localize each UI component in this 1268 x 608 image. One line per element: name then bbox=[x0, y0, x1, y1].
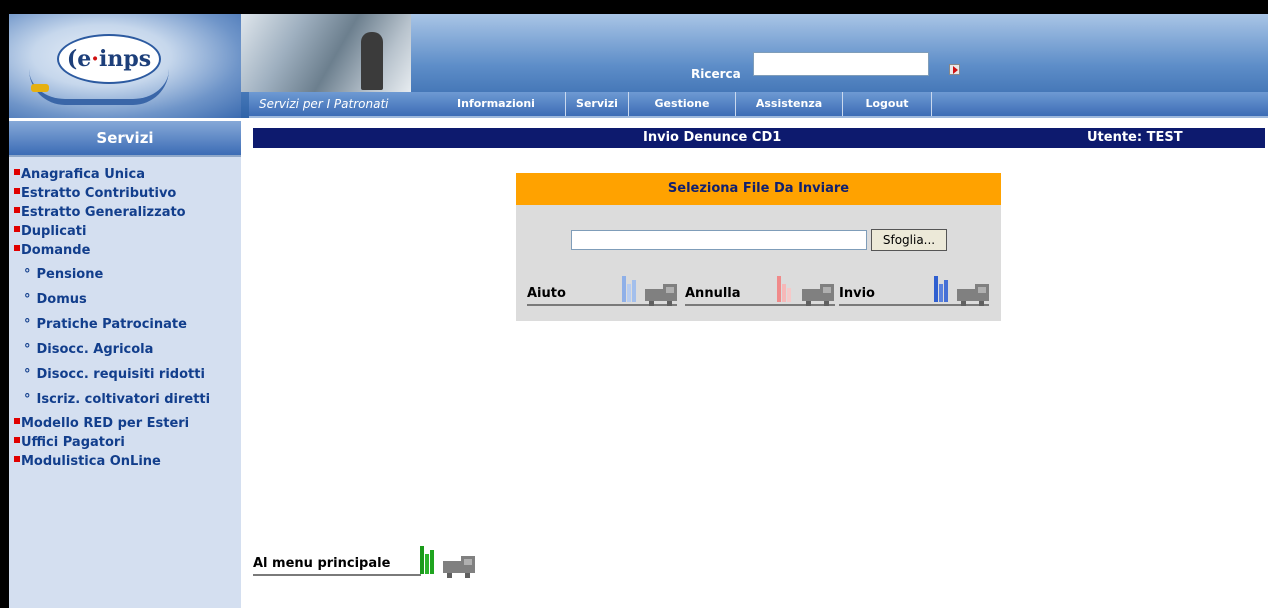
key-icon bbox=[31, 84, 49, 92]
bullet-icon bbox=[14, 226, 20, 232]
send-truck-icon bbox=[957, 282, 989, 306]
sidebar-subitem-disocc-requisiti-ridotti[interactable]: ° Disocc. requisiti ridotti bbox=[24, 365, 205, 385]
sidebar-subitem-disocc-agricola[interactable]: ° Disocc. Agricola bbox=[24, 340, 153, 360]
header-photo bbox=[241, 14, 411, 92]
cancel-bars-icon bbox=[777, 274, 799, 302]
nav-informazioni[interactable]: Informazioni bbox=[427, 92, 566, 116]
cancel-button[interactable]: Annulla bbox=[685, 268, 835, 306]
sidebar-subitem-pensione[interactable]: ° Pensione bbox=[24, 265, 103, 285]
upload-panel-title: Seleziona File Da Inviare bbox=[516, 173, 1001, 205]
help-label: Aiuto bbox=[527, 286, 566, 301]
bullet-icon bbox=[14, 437, 20, 443]
main-menu-underline bbox=[253, 574, 421, 576]
send-button[interactable]: Invio bbox=[839, 268, 989, 306]
header-banner: (e·inps Ricerca Servizi per I Patronati … bbox=[9, 14, 1268, 118]
sidebar-item-estratto-generalizzato[interactable]: Estratto Generalizzato bbox=[14, 203, 186, 223]
sidebar-item-estratto-contributivo[interactable]: Estratto Contributivo bbox=[14, 184, 176, 204]
browse-button[interactable]: Sfoglia... bbox=[871, 229, 947, 251]
nav-servizi[interactable]: Servizi bbox=[566, 92, 629, 116]
page-frame: (e·inps Ricerca Servizi per I Patronati … bbox=[9, 14, 1268, 608]
sidebar-subitem-domus[interactable]: ° Domus bbox=[24, 290, 87, 310]
bullet-icon bbox=[14, 169, 20, 175]
sidebar-item-uffici-pagatori[interactable]: Uffici Pagatori bbox=[14, 433, 125, 453]
sidebar: Servizi Anagrafica Unica Estratto Contri… bbox=[9, 121, 241, 608]
help-bars-icon bbox=[622, 274, 644, 302]
main-menu-truck-icon bbox=[443, 554, 475, 578]
nav-assistenza[interactable]: Assistenza bbox=[736, 92, 843, 116]
sidebar-item-domande[interactable]: Domande bbox=[14, 241, 90, 261]
file-path-input[interactable] bbox=[571, 230, 867, 250]
bullet-icon bbox=[14, 418, 20, 424]
logo-area: (e·inps bbox=[9, 14, 241, 118]
page-title: Invio Denunce CD1 bbox=[643, 130, 782, 145]
search-go-icon[interactable] bbox=[949, 64, 960, 75]
send-bars-icon bbox=[934, 274, 956, 302]
sidebar-item-modello-red[interactable]: Modello RED per Esteri bbox=[14, 414, 189, 434]
sidebar-title: Servizi bbox=[9, 121, 241, 157]
main-menu-button[interactable]: Al menu principale bbox=[253, 538, 479, 580]
tagline: Servizi per I Patronati bbox=[259, 97, 389, 111]
nav-logout[interactable]: Logout bbox=[843, 92, 932, 116]
nav-gestione[interactable]: Gestione bbox=[629, 92, 736, 116]
search-label: Ricerca bbox=[691, 67, 741, 81]
help-truck-icon bbox=[645, 282, 677, 306]
help-button[interactable]: Aiuto bbox=[527, 268, 677, 306]
sidebar-subitem-pratiche-patrocinate[interactable]: ° Pratiche Patrocinate bbox=[24, 315, 187, 335]
bullet-icon bbox=[14, 456, 20, 462]
sidebar-item-anagrafica-unica[interactable]: Anagrafica Unica bbox=[14, 165, 145, 185]
sidebar-item-duplicati[interactable]: Duplicati bbox=[14, 222, 86, 242]
cancel-label: Annulla bbox=[685, 286, 741, 301]
sidebar-item-modulistica-online[interactable]: Modulistica OnLine bbox=[14, 452, 161, 472]
page-titlebar: Invio Denunce CD1 Utente: TEST bbox=[253, 128, 1265, 148]
cancel-truck-icon bbox=[802, 282, 834, 306]
bullet-icon bbox=[14, 207, 20, 213]
bullet-icon bbox=[14, 188, 20, 194]
upload-panel: Seleziona File Da Inviare Sfoglia... Aiu… bbox=[516, 173, 1001, 321]
einps-logo[interactable]: (e·inps bbox=[57, 34, 161, 84]
send-label: Invio bbox=[839, 286, 875, 301]
bullet-icon bbox=[14, 245, 20, 251]
user-label: Utente: TEST bbox=[1087, 130, 1183, 145]
search-input[interactable] bbox=[753, 52, 929, 76]
main-menu-label: Al menu principale bbox=[253, 556, 391, 571]
sidebar-subitem-iscriz-coltivatori-diretti[interactable]: ° Iscriz. coltivatori diretti bbox=[24, 390, 210, 410]
main-menu-bars-icon bbox=[420, 546, 442, 574]
